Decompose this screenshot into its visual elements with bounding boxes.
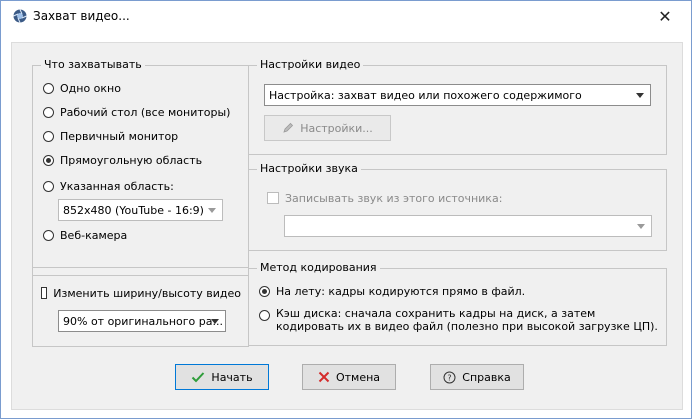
help-label: Справка [462, 370, 511, 384]
record-audio-label: Записывать звук из этого источника: [285, 191, 503, 205]
capture-source-legend: Что захватывать [41, 58, 145, 72]
radio-primary-monitor[interactable]: Первичный монитор [43, 128, 178, 144]
record-audio-checkbox[interactable] [267, 192, 279, 204]
capture-source-group: Что захватывать Одно окно Рабочий стол (… [32, 58, 249, 276]
resize-checkbox[interactable] [41, 287, 48, 299]
radio-label: Кэш диска: сначала сохранить кадры на ди… [276, 307, 658, 333]
video-settings-group: Настройки видео Настройка: захват видео … [248, 58, 667, 155]
area-size-select[interactable]: 852x480 (YouTube - 16:9) [58, 199, 223, 221]
radio-single-window[interactable]: Одно окно [43, 80, 121, 96]
radio-button[interactable] [259, 310, 270, 321]
radio-button[interactable] [43, 180, 54, 192]
radio-label: Первичный монитор [60, 129, 179, 143]
resize-percent-value: 90% от оригинального ра... [63, 314, 223, 328]
video-settings-legend: Настройки видео [257, 58, 364, 72]
record-audio-row[interactable]: Записывать звук из этого источника: [267, 190, 502, 206]
window-title: Захват видео... [33, 9, 130, 23]
audio-source-select[interactable] [284, 215, 652, 237]
radio-label: Одно окно [60, 81, 121, 95]
encoding-method-group: Метод кодирования На лету: кадры кодирую… [248, 261, 667, 346]
radio-button[interactable] [43, 130, 54, 142]
video-preset-select[interactable]: Настройка: захват видео или похожего сод… [264, 84, 651, 106]
video-settings-button[interactable]: Настройки... [264, 115, 391, 141]
help-button[interactable]: ? Справка [430, 364, 524, 390]
pencil-icon [282, 122, 294, 134]
cancel-label: Отмена [335, 370, 381, 384]
radio-button[interactable] [43, 106, 54, 118]
radio-button-selected[interactable] [43, 154, 54, 166]
audio-settings-legend: Настройки звука [257, 162, 361, 176]
video-preset-value: Настройка: захват видео или похожего сод… [269, 88, 582, 102]
dialog-body: Что захватывать Одно окно Рабочий стол (… [11, 42, 683, 410]
cancel-button[interactable]: Отмена [302, 364, 396, 390]
app-aperture-icon [13, 9, 27, 23]
chevron-down-icon [637, 224, 645, 229]
resize-group: Изменить ширину/высоту видео 90% от ориг… [32, 267, 249, 347]
start-label: Начать [211, 370, 253, 384]
chevron-down-icon [211, 319, 219, 324]
close-icon[interactable]: ✕ [653, 7, 677, 27]
radio-button[interactable] [43, 229, 54, 241]
radio-label: Рабочий стол (все мониторы) [60, 105, 231, 119]
radio-label: На лету: кадры кодируются прямо в файл. [276, 284, 526, 298]
radio-button-selected[interactable] [259, 285, 270, 297]
chevron-down-icon [208, 208, 216, 213]
radio-encode-live[interactable]: На лету: кадры кодируются прямо в файл. [259, 283, 525, 299]
resize-checkbox-label: Изменить ширину/высоту видео [53, 286, 241, 300]
radio-label: Веб-камера [60, 228, 128, 242]
radio-desktop-all-monitors[interactable]: Рабочий стол (все мониторы) [43, 104, 230, 120]
radio-specified-area[interactable]: Указанная область: [43, 178, 174, 194]
radio-encode-disk-cache[interactable]: Кэш диска: сначала сохранить кадры на ди… [259, 307, 659, 333]
audio-settings-group: Настройки звука Записывать звук из этого… [248, 162, 667, 251]
capture-dialog: Захват видео... ✕ Что захватывать Одно о… [0, 0, 692, 419]
start-button[interactable]: Начать [175, 364, 269, 390]
question-circle-icon: ? [443, 371, 456, 384]
radio-button[interactable] [43, 82, 54, 94]
radio-rectangular-area[interactable]: Прямоугольную область [43, 152, 202, 168]
video-settings-label: Настройки... [300, 121, 373, 135]
svg-text:?: ? [448, 373, 452, 382]
area-size-value: 852x480 (YouTube - 16:9) [63, 203, 204, 217]
checkmark-icon [191, 371, 205, 383]
encoding-method-legend: Метод кодирования [257, 261, 380, 275]
title-bar: Захват видео... ✕ [1, 1, 691, 32]
resize-checkbox-row[interactable]: Изменить ширину/высоту видео [41, 285, 241, 301]
radio-webcam[interactable]: Веб-камера [43, 227, 127, 243]
resize-percent-select[interactable]: 90% от оригинального ра... [58, 310, 226, 332]
radio-label: Прямоугольную область [60, 153, 203, 167]
chevron-down-icon [636, 93, 644, 98]
radio-label: Указанная область: [60, 179, 174, 193]
red-x-icon [318, 371, 330, 383]
